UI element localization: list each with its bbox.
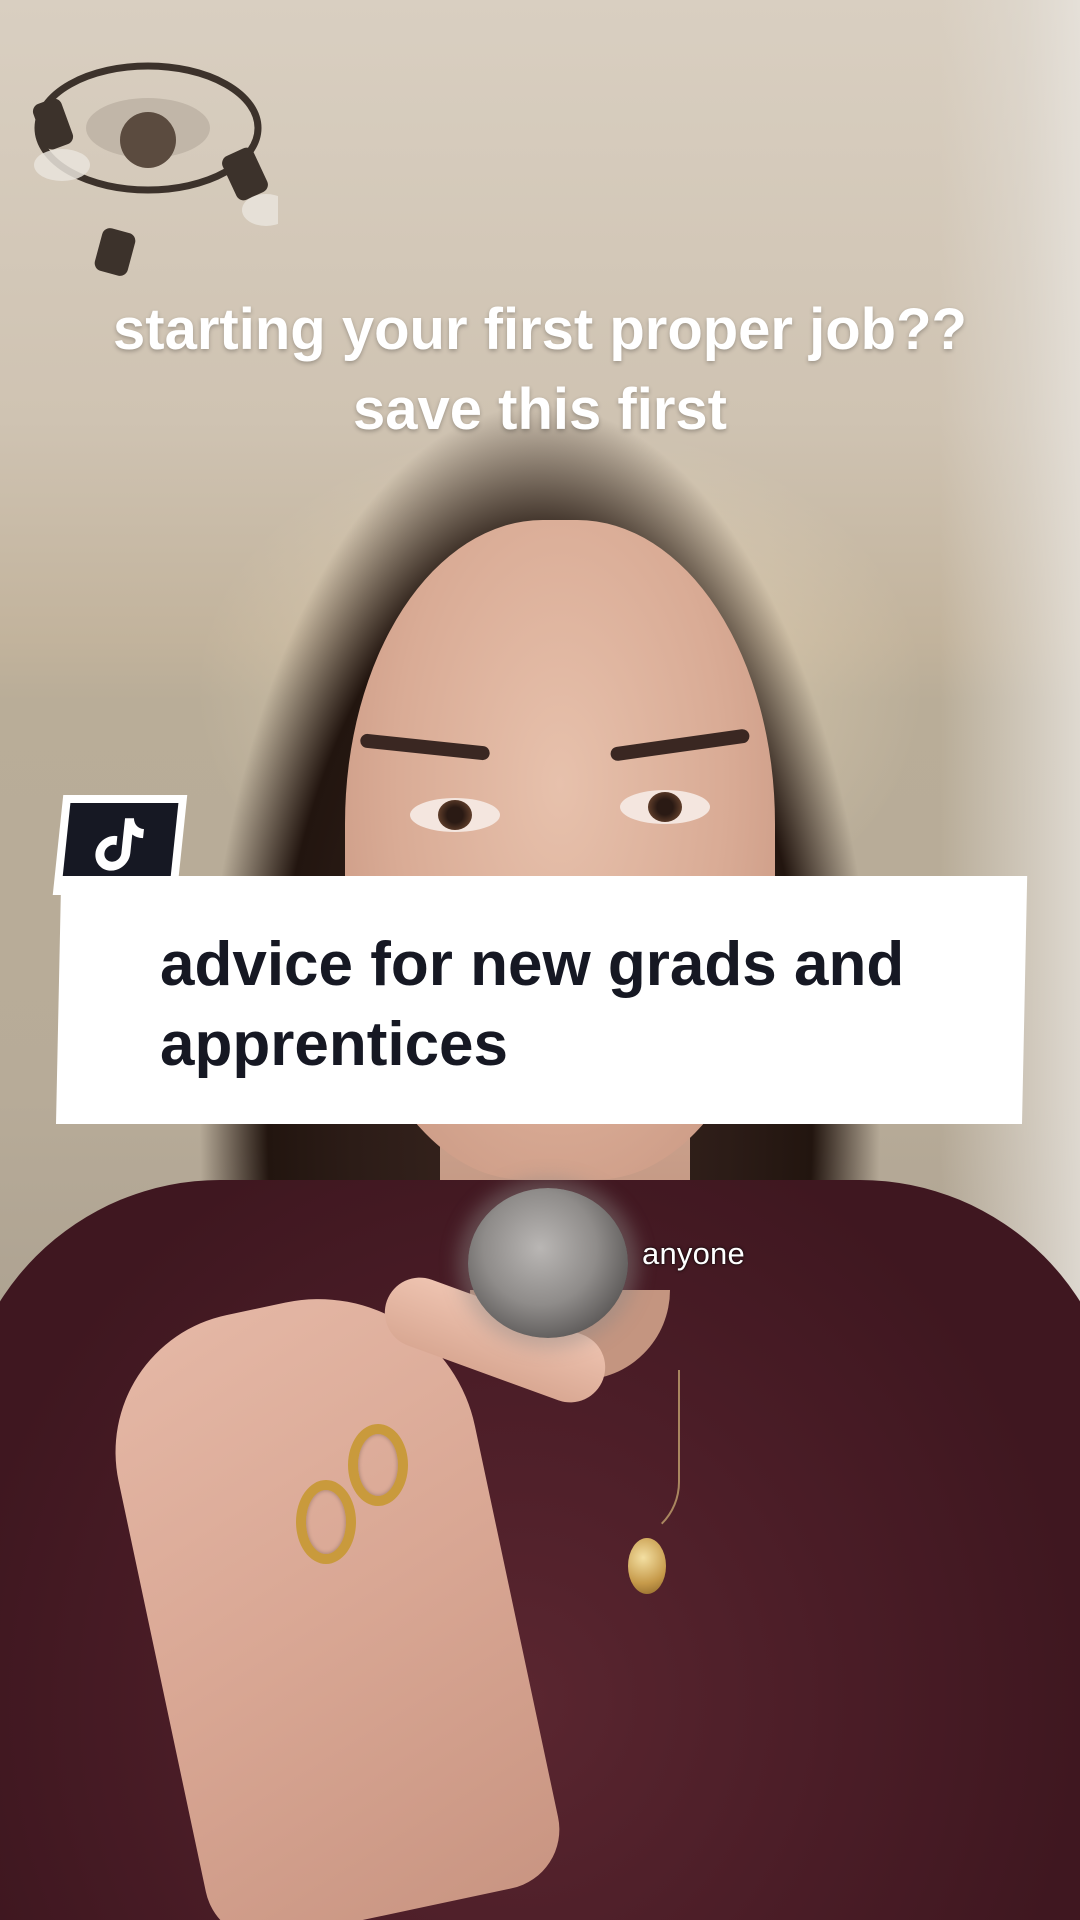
left-eye bbox=[410, 798, 500, 832]
gold-ring bbox=[348, 1424, 408, 1506]
title-card-text: advice for new grads and apprentices bbox=[160, 925, 960, 1085]
gold-ring bbox=[296, 1480, 356, 1564]
title-line-1: advice for new grads and bbox=[160, 930, 905, 999]
video-frame[interactable]: starting your first proper job?? save th… bbox=[0, 0, 1080, 1920]
spoken-subtitle: anyone bbox=[642, 1236, 745, 1271]
title-line-2: apprentices bbox=[160, 1010, 509, 1079]
caption-line-2: save this first bbox=[353, 377, 727, 442]
ceiling-light bbox=[32, 62, 278, 276]
right-eye bbox=[620, 790, 710, 824]
tiktok-logo-icon bbox=[95, 818, 144, 871]
video-caption: starting your first proper job?? save th… bbox=[40, 290, 1040, 450]
caption-line-1: starting your first proper job?? bbox=[113, 297, 967, 362]
tiktok-badge-inner bbox=[61, 803, 179, 887]
locket-pendant bbox=[628, 1538, 666, 1594]
necklace-chain bbox=[588, 1370, 680, 1542]
microphone bbox=[468, 1188, 628, 1338]
